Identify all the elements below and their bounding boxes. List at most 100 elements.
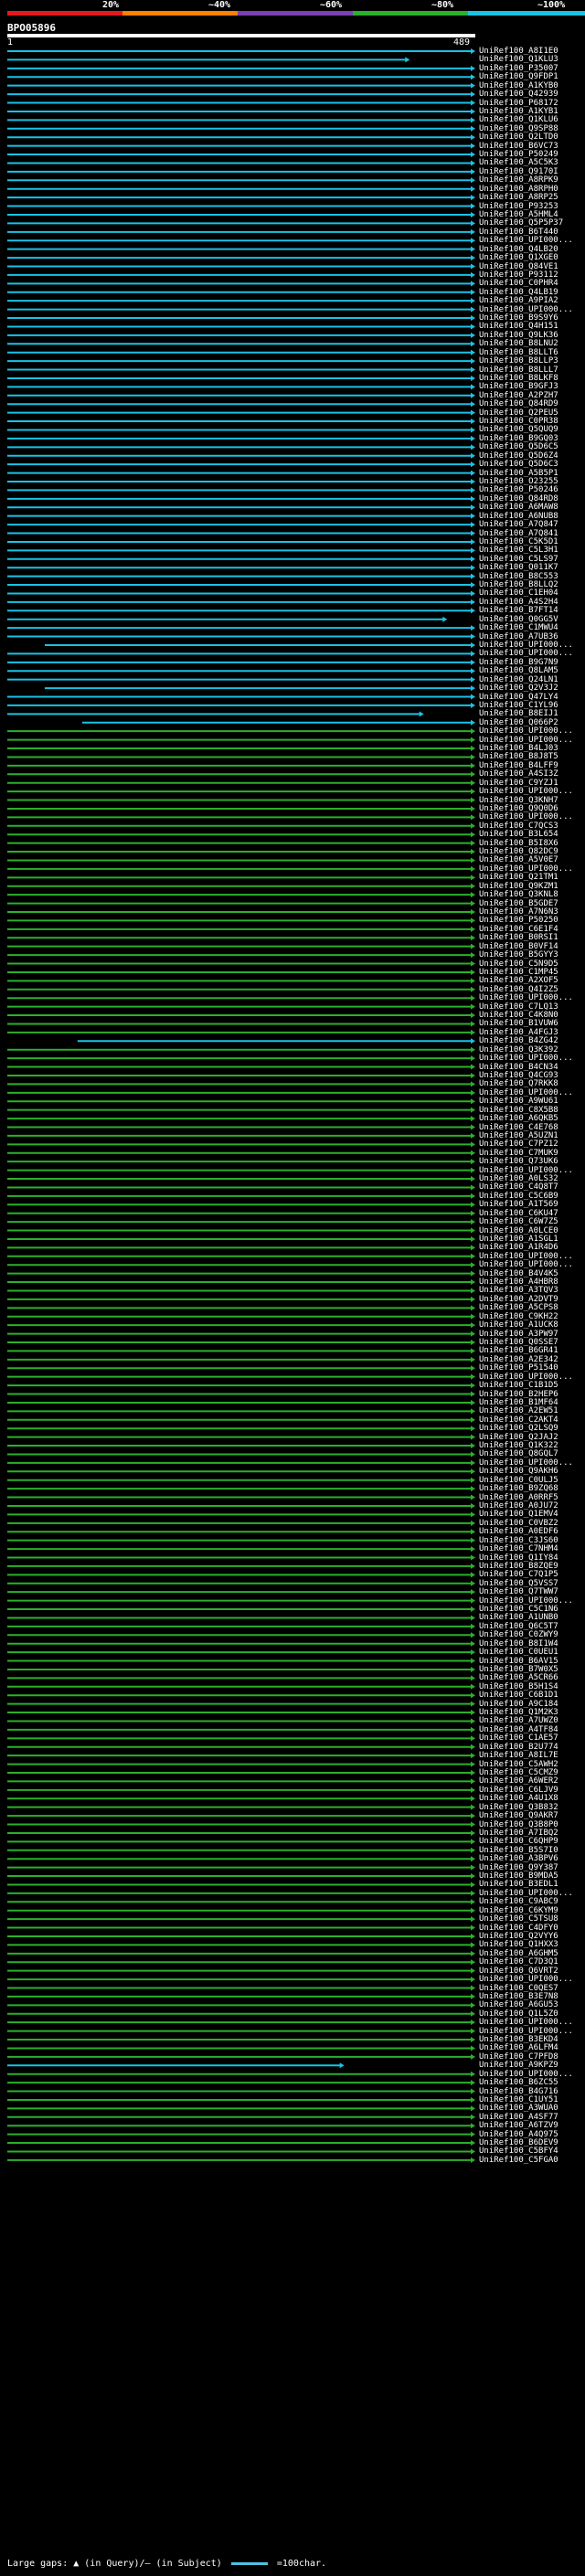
hit-arrow-icon [471,900,475,906]
hit-label[interactable]: UniRef100_A0EDF6 [479,1528,558,1536]
hit-arrow-icon [471,2053,475,2060]
hit-label[interactable]: UniRef100_UPI000... [479,727,573,736]
hit-label[interactable]: UniRef100_A4U1X8 [479,1795,558,1803]
hit-label[interactable]: UniRef100_A8RPK9 [479,176,558,185]
hit-label[interactable]: UniRef100_A8IL7E [479,1752,558,1760]
hit-arrow-icon [471,685,475,692]
hit-label[interactable]: UniRef100_A6TZV9 [479,2122,558,2130]
hit-arrow-icon [471,2131,475,2137]
hit-label[interactable]: UniRef100_A4SI3Z [479,770,558,779]
hit-label[interactable]: UniRef100_C7NHM4 [479,1545,558,1553]
hit-label[interactable]: UniRef100_C0PHR4 [479,280,558,288]
hit-label[interactable]: UniRef100_A6GU53 [479,2001,558,2009]
hit-arrow-icon [471,1529,475,1535]
hit-label[interactable]: UniRef100_A9KPZ9 [479,2062,558,2070]
hit-label[interactable]: UniRef100_UPI000... [479,1055,573,1063]
hit-label[interactable]: UniRef100_B7FT14 [479,607,558,615]
hit-label[interactable]: UniRef100_UPI000... [479,237,573,245]
hit-label[interactable]: UniRef100_Q84RD9 [479,400,558,408]
hit-label[interactable]: UniRef100_B9ZQ68 [479,1485,558,1493]
hit-arrow-icon [471,1210,475,1216]
hit-arrow-icon [471,1649,475,1656]
hit-label[interactable]: UniRef100_B6ZC55 [479,2079,558,2087]
hit-label[interactable]: UniRef100_C7Q1P5 [479,1571,558,1579]
hit-label[interactable]: UniRef100_B8LNU2 [479,340,558,348]
hit-arrow-icon [471,1623,475,1629]
hit-label[interactable]: UniRef100_Q7TWW7 [479,1588,558,1596]
hit-label[interactable]: UniRef100_B4ZG42 [479,1037,558,1045]
hit-label[interactable]: UniRef100_Q5D6C5 [479,443,558,451]
hit-arrow-icon [471,1270,475,1277]
hit-label[interactable]: UniRef100_A5CPS8 [479,1304,558,1312]
hit-label[interactable]: UniRef100_UPI000... [479,2019,573,2027]
hit-label[interactable]: UniRef100_B5GYY3 [479,951,558,959]
hit-label[interactable]: UniRef100_Q1KLU6 [479,116,558,124]
hit-arrow-icon [471,134,475,141]
hit-label[interactable]: UniRef100_Q3KNL8 [479,891,558,899]
hit-label[interactable]: UniRef100_C5TSU8 [479,1915,558,1924]
hit-label[interactable]: UniRef100_B0RSI1 [479,934,558,942]
hit-label[interactable]: UniRef100_A8RP25 [479,194,558,202]
hit-label[interactable]: UniRef100_UPI000... [479,1976,573,1984]
hit-label[interactable]: UniRef100_B3L654 [479,831,558,839]
hit-arrow-icon [471,91,475,98]
hit-label[interactable]: UniRef100_B8EIJ1 [479,710,558,718]
hit-label[interactable]: UniRef100_Q8LAM5 [479,667,558,675]
hit-label[interactable]: UniRef100_C5L3H1 [479,546,558,555]
hit-label[interactable]: UniRef100_A6QKB5 [479,1115,558,1123]
hit-label[interactable]: UniRef100_Q9AKH6 [479,1468,558,1476]
hit-label[interactable]: UniRef100_C1AE57 [479,1734,558,1743]
hit-label[interactable]: UniRef100_C0UEU1 [479,1648,558,1657]
hit-arrow-icon [471,2088,475,2094]
hit-label[interactable]: UniRef100_P51540 [479,1364,558,1373]
hit-arrow-icon [471,1089,475,1096]
hit-label[interactable]: UniRef100_A6MAW8 [479,504,558,512]
hit-label[interactable]: UniRef100_Q2LTD0 [479,133,558,142]
hit-label[interactable]: UniRef100_Q2LSQ9 [479,1425,558,1433]
hit-arrow-icon [471,1451,475,1458]
hit-label[interactable]: UniRef100_A1UCK8 [479,1321,558,1330]
hit-label[interactable]: UniRef100_UPI000... [479,788,573,796]
hit-label[interactable]: UniRef100_Q9AKR7 [479,1812,558,1820]
hit-label[interactable]: UniRef100_A3BPV6 [479,1855,558,1863]
hit-label[interactable]: UniRef100_C1MWU4 [479,624,558,632]
hit-arrow-icon [471,676,475,683]
hit-arrow-icon [471,1219,475,1225]
hit-label[interactable]: UniRef100_Q5D6C3 [479,461,558,469]
hit-label[interactable]: UniRef100_Q42939 [479,90,558,99]
hit-label[interactable]: UniRef100_Q73UK6 [479,1158,558,1166]
hit-label[interactable]: UniRef100_Q2V3J2 [479,684,558,693]
hit-label[interactable]: UniRef100_C0ZWY9 [479,1631,558,1639]
hit-label[interactable]: UniRef100_UPI000... [479,994,573,1002]
hit-arrow-icon [471,271,475,278]
hit-label[interactable]: UniRef100_Q011K7 [479,564,558,572]
hit-arrow-icon [471,822,475,829]
hit-arrow-icon [471,160,475,166]
hit-label[interactable]: UniRef100_A9PIA2 [479,297,558,305]
hit-arrow-icon [471,1786,475,1793]
hit-arrow-icon [471,737,475,743]
hit-label[interactable]: UniRef100_C7D3Q1 [479,1958,558,1966]
hit-label[interactable]: UniRef100_C1B1D5 [479,1382,558,1390]
hit-arrow-icon [471,1839,475,1845]
hit-label[interactable]: UniRef100_UPI000... [479,1261,573,1269]
hit-label[interactable]: UniRef100_Q21TM1 [479,874,558,882]
hit-label[interactable]: UniRef100_A9WU61 [479,1097,558,1106]
hit-label[interactable]: UniRef100_C6W7Z5 [479,1218,558,1226]
hit-label[interactable]: UniRef100_C9ABC9 [479,1898,558,1906]
hit-label[interactable]: UniRef100_Q1XGE0 [479,254,558,262]
hit-label[interactable]: UniRef100_A2XOF5 [479,977,558,985]
hit-label[interactable]: UniRef100_B8LLP3 [479,357,558,366]
hit-label[interactable]: UniRef100_A2EW51 [479,1407,558,1415]
hit-arrow-icon [471,1924,475,1931]
hit-label[interactable]: UniRef100_C5FGA0 [479,2156,558,2165]
hit-label[interactable]: UniRef100_C7PZ12 [479,1140,558,1149]
hit-label[interactable]: UniRef100_A1T569 [479,1201,558,1209]
hit-arrow-icon [471,522,475,528]
hit-label[interactable]: UniRef100_C6B1D1 [479,1691,558,1700]
hit-arrow-icon [471,177,475,184]
hit-label[interactable]: UniRef100_C6QHP9 [479,1838,558,1846]
hit-arrow-icon [471,1330,475,1337]
hit-label[interactable]: UniRef100_Q9FDP1 [479,73,558,81]
hit-label[interactable]: UniRef100_A7Q847 [479,521,558,529]
